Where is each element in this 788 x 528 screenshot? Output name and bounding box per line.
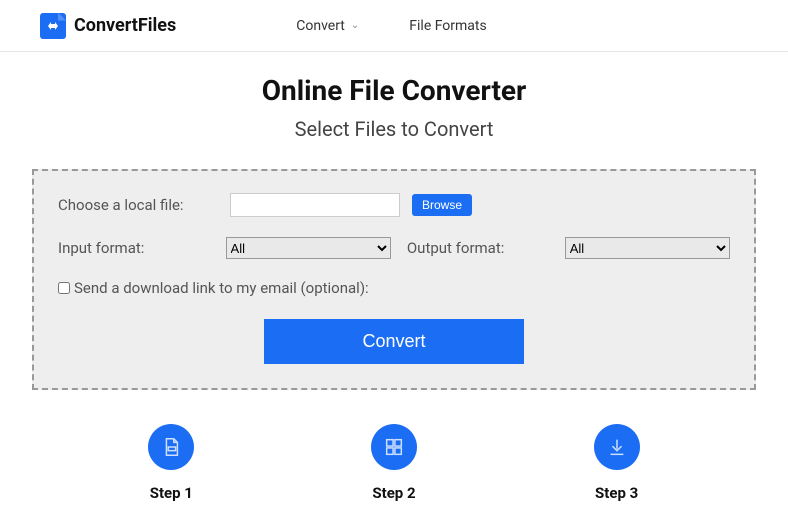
steps: Step 1 Step 2 Step 3 bbox=[0, 424, 788, 502]
browse-button[interactable]: Browse bbox=[412, 194, 472, 216]
brand-text: ConvertFiles bbox=[74, 15, 176, 36]
header: ConvertFiles Convert ⌄ File Formats bbox=[0, 0, 788, 52]
logo-icon bbox=[40, 13, 66, 39]
email-checkbox-label: Send a download link to my email (option… bbox=[74, 279, 369, 297]
convert-button[interactable]: Convert bbox=[264, 319, 524, 364]
file-icon bbox=[148, 424, 194, 470]
convert-wrap: Convert bbox=[58, 319, 730, 364]
email-checkbox[interactable] bbox=[58, 282, 70, 294]
step-1: Step 1 bbox=[148, 424, 194, 502]
file-input[interactable] bbox=[230, 193, 400, 217]
logo[interactable]: ConvertFiles bbox=[40, 13, 176, 39]
page-title: Online File Converter bbox=[0, 74, 788, 107]
download-icon bbox=[594, 424, 640, 470]
step-3-label: Step 3 bbox=[594, 484, 640, 502]
format-row: Input format: All Output format: All bbox=[58, 237, 730, 259]
nav-convert[interactable]: Convert ⌄ bbox=[296, 18, 359, 34]
page-subtitle: Select Files to Convert bbox=[0, 117, 788, 141]
file-row: Choose a local file: Browse bbox=[58, 193, 730, 217]
chevron-down-icon: ⌄ bbox=[351, 20, 359, 31]
output-format-label: Output format: bbox=[407, 239, 553, 257]
step-2-label: Step 2 bbox=[371, 484, 417, 502]
step-3: Step 3 bbox=[594, 424, 640, 502]
upload-panel: Choose a local file: Browse Input format… bbox=[32, 169, 756, 390]
hero: Online File Converter Select Files to Co… bbox=[0, 74, 788, 141]
nav-formats-label: File Formats bbox=[409, 18, 486, 34]
local-file-label: Choose a local file: bbox=[58, 196, 218, 214]
email-row: Send a download link to my email (option… bbox=[58, 279, 730, 297]
input-format-select[interactable]: All bbox=[226, 237, 391, 259]
grid-icon bbox=[371, 424, 417, 470]
nav-convert-label: Convert bbox=[296, 18, 345, 34]
step-2: Step 2 bbox=[371, 424, 417, 502]
step-1-label: Step 1 bbox=[148, 484, 194, 502]
input-format-label: Input format: bbox=[58, 239, 214, 257]
nav: Convert ⌄ File Formats bbox=[296, 18, 486, 34]
output-format-select[interactable]: All bbox=[565, 237, 730, 259]
nav-file-formats[interactable]: File Formats bbox=[409, 18, 486, 34]
